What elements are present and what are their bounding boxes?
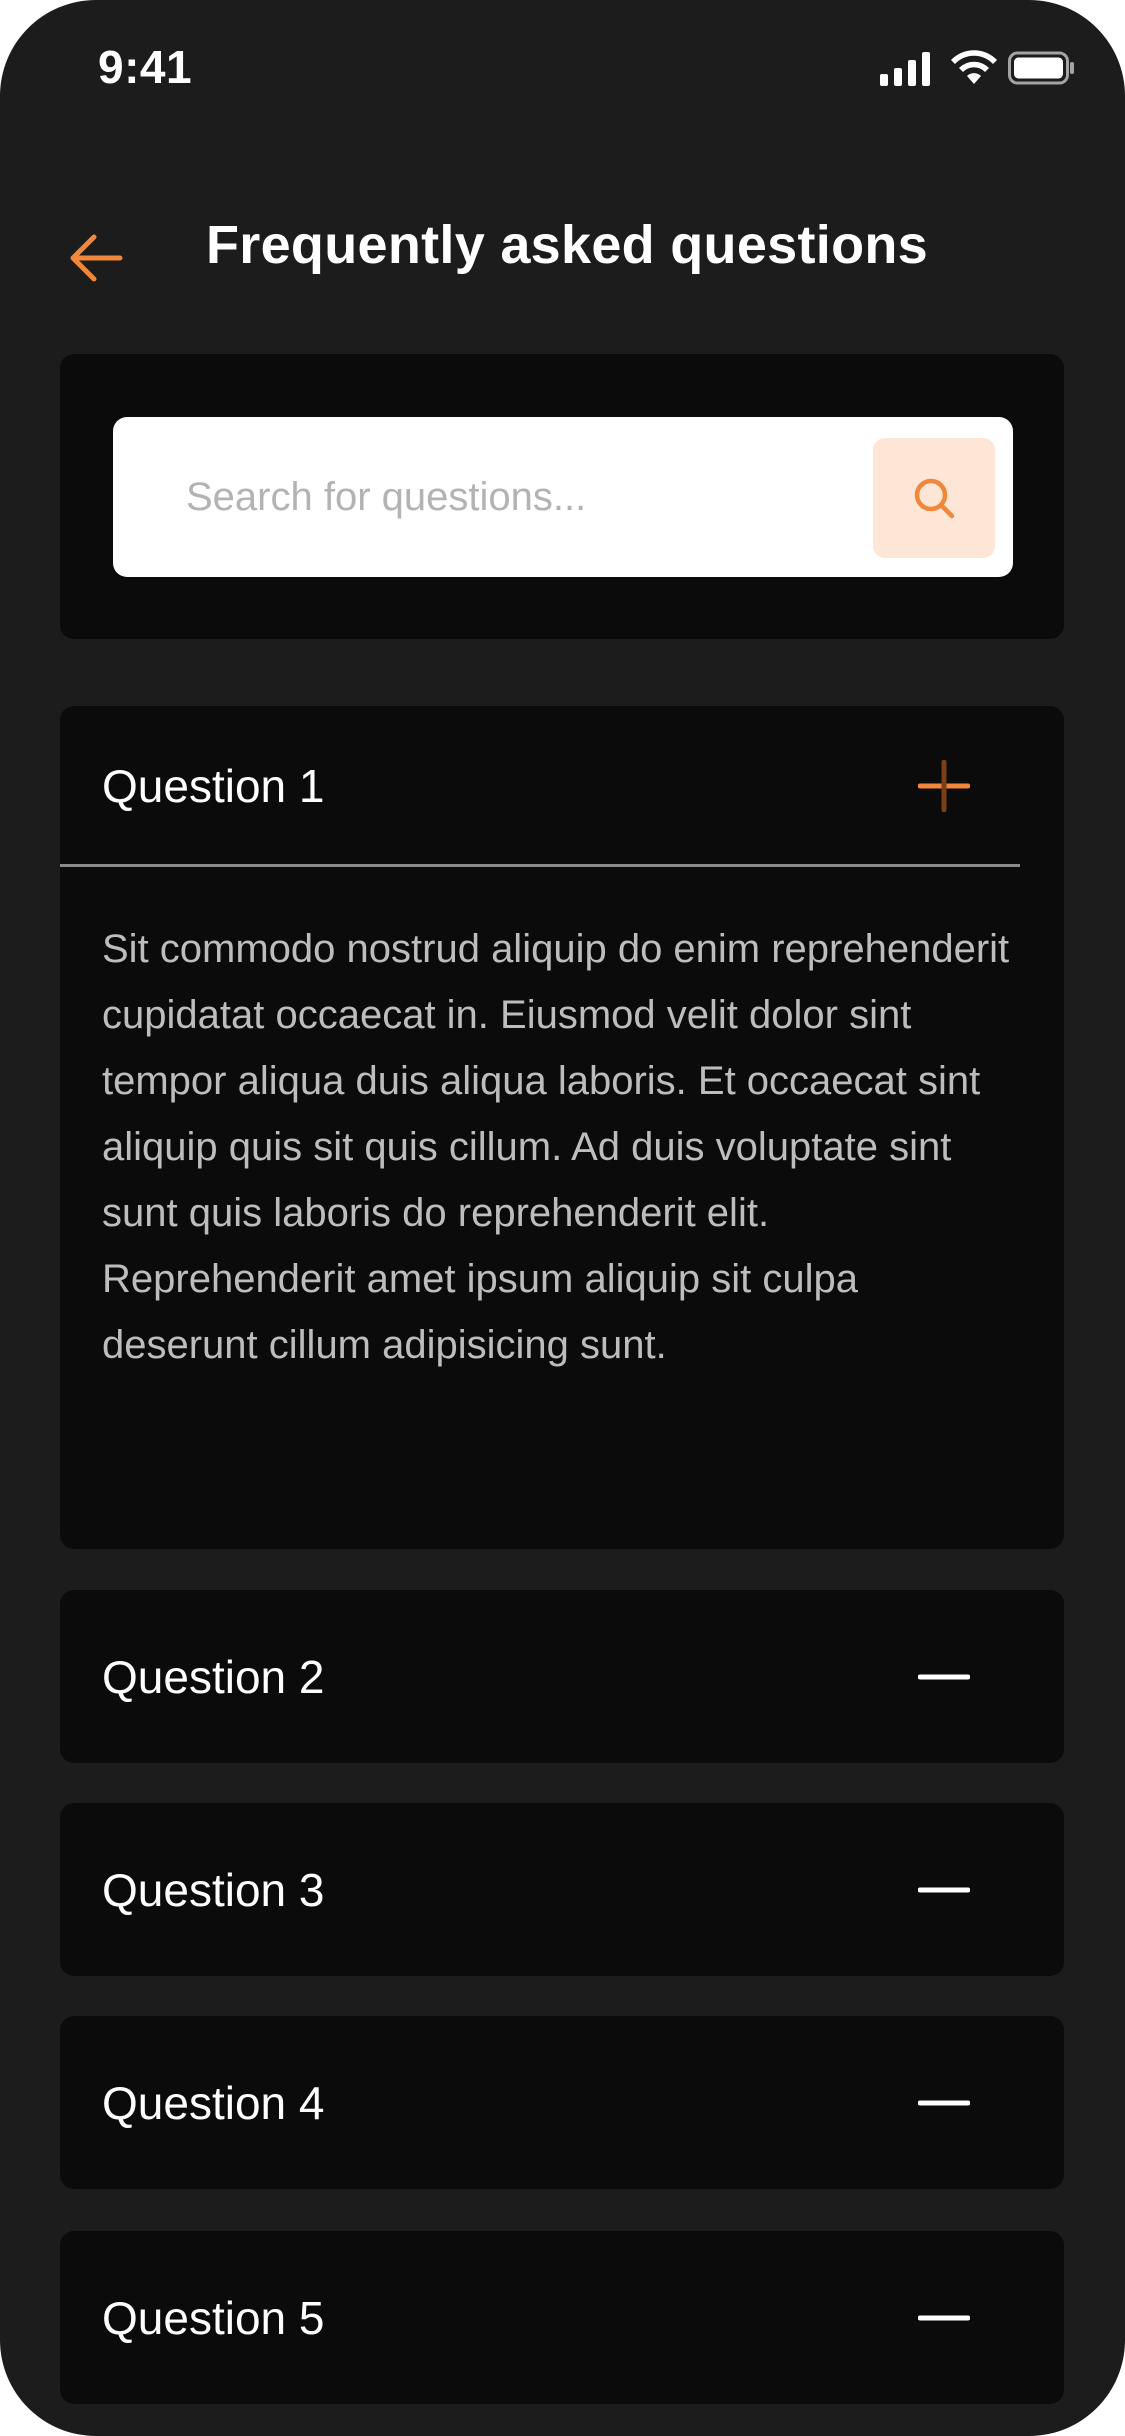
search-icon <box>914 478 955 519</box>
faq-header[interactable]: Question 4 <box>60 2016 1064 2189</box>
faq-item-4[interactable]: Question 4 <box>60 2016 1064 2189</box>
search-box <box>113 417 1013 577</box>
battery-icon <box>1008 51 1074 85</box>
app-screen: 9:41 Frequently asked questions Search f… <box>0 0 1125 2436</box>
faq-header[interactable]: Question 1 <box>60 706 1064 866</box>
faq-question: Question 3 <box>102 1863 325 1916</box>
minus-icon[interactable] <box>912 2071 976 2135</box>
search-card <box>60 354 1064 639</box>
search-input[interactable] <box>113 417 853 577</box>
faq-item-3[interactable]: Question 3 <box>60 1803 1064 1976</box>
faq-question: Question 5 <box>102 2291 325 2344</box>
faq-question: Question 4 <box>102 2076 325 2129</box>
back-button[interactable] <box>64 226 128 290</box>
status-time: 9:41 <box>98 41 193 93</box>
faq-header[interactable]: Question 2 <box>60 1590 1064 1763</box>
minus-icon[interactable] <box>912 1645 976 1709</box>
minus-icon[interactable] <box>912 2286 976 2350</box>
signal-icon <box>880 52 930 86</box>
minus-icon[interactable] <box>912 1858 976 1922</box>
faq-header[interactable]: Question 5 <box>60 2231 1064 2404</box>
faq-item-1[interactable]: Question 1 Sit commodo nostrud aliquip d… <box>60 706 1064 1549</box>
faq-question: Question 2 <box>102 1650 325 1703</box>
wifi-icon <box>951 50 997 84</box>
page-title: Frequently asked questions <box>206 215 928 275</box>
faq-header[interactable]: Question 3 <box>60 1803 1064 1976</box>
plus-icon[interactable] <box>912 754 976 818</box>
search-button[interactable] <box>873 438 995 558</box>
faq-item-5[interactable]: Question 5 <box>60 2231 1064 2404</box>
faq-divider <box>60 864 1020 867</box>
faq-item-2[interactable]: Question 2 <box>60 1590 1064 1763</box>
faq-question: Question 1 <box>102 760 325 812</box>
faq-answer: Sit commodo nostrud aliquip do enim repr… <box>102 927 1010 1367</box>
arrow-left-icon <box>70 234 123 282</box>
